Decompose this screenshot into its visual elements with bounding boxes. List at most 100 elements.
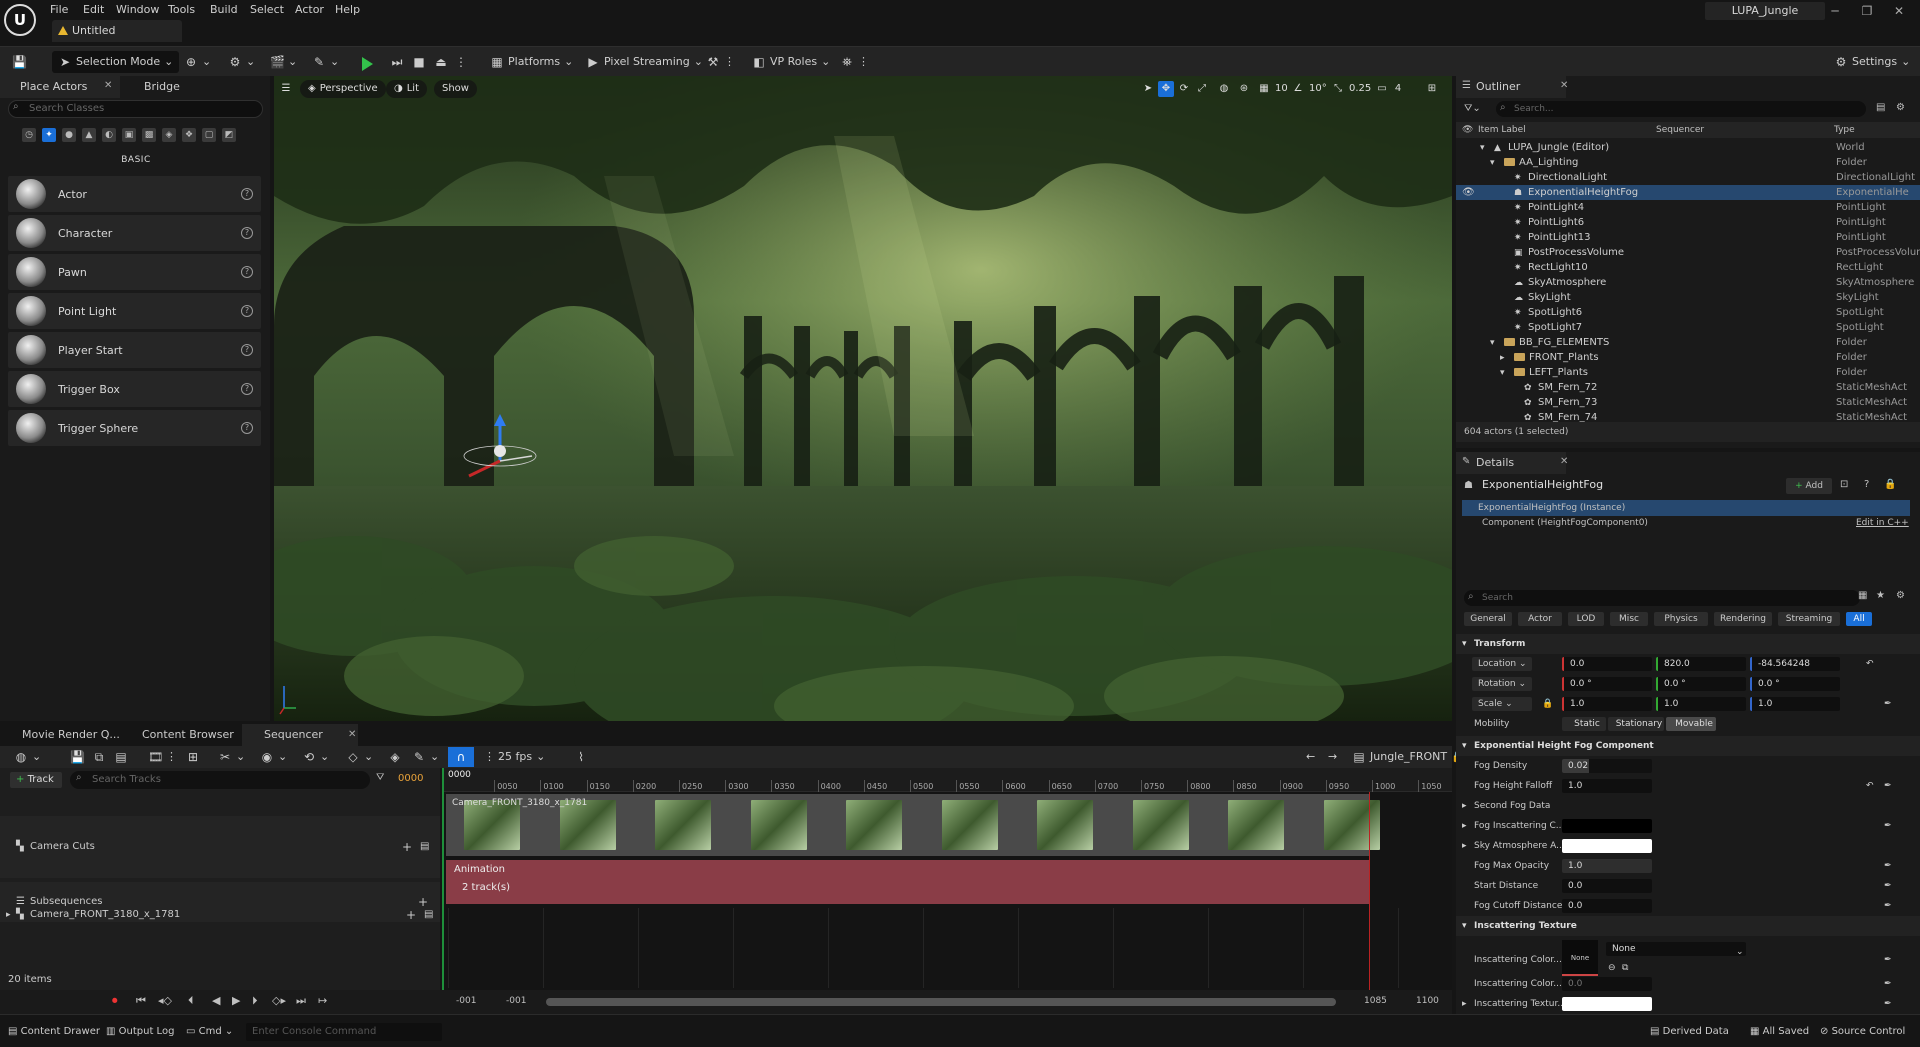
eyedropper-icon[interactable]: ✒ xyxy=(1884,856,1892,876)
rotate-tool-icon[interactable]: ⟳ xyxy=(1176,81,1192,97)
outliner-row[interactable]: ☁ SkyLight SkyLight xyxy=(1456,290,1920,305)
tab-movie-render-queue[interactable]: Movie Render Q... xyxy=(0,724,120,746)
close-tab-icon[interactable]: ✕ xyxy=(348,729,356,740)
filter-tab[interactable]: General xyxy=(1464,612,1512,626)
modes-icon[interactable]: ✎ ⌄ xyxy=(306,51,345,73)
forward-icon[interactable]: → xyxy=(1322,746,1343,768)
unreal-logo-icon[interactable]: U xyxy=(4,4,36,36)
expand-arrow-icon[interactable]: ▸ xyxy=(1500,351,1510,366)
minimize-icon[interactable]: ─ xyxy=(1824,2,1846,20)
add-folder-icon[interactable]: ▤ xyxy=(1876,102,1885,113)
outliner-row[interactable]: ▾ LEFT_Plants Folder xyxy=(1456,365,1920,380)
col-type[interactable]: Type xyxy=(1834,122,1855,138)
mobility-stationary[interactable]: Stationary xyxy=(1608,717,1664,731)
actor-item-pawn[interactable]: Pawn? xyxy=(8,254,261,290)
outliner-row[interactable]: ✿ SM_Fern_73 StaticMeshAct xyxy=(1456,395,1920,410)
cinematics-icon[interactable]: 🎬 ⌄ xyxy=(264,51,303,73)
play-reverse-icon[interactable]: ◀ xyxy=(212,994,220,1007)
misc-icon[interactable]: ▢ xyxy=(202,128,216,142)
curve-editor-icon[interactable]: ✎ ⌄ xyxy=(406,746,445,768)
blueprints-icon[interactable]: ⚙ ⌄ xyxy=(222,51,261,73)
rotation-y-input[interactable]: 0.0 ° xyxy=(1656,677,1746,691)
fps-dropdown[interactable]: 25 fps ⌄ xyxy=(492,746,551,768)
tab-bridge[interactable]: Bridge xyxy=(124,76,204,98)
back-icon[interactable]: ← xyxy=(1300,746,1321,768)
track-options-icon[interactable]: ▤ xyxy=(424,904,433,926)
eyedropper-icon[interactable]: ✒ xyxy=(1884,876,1892,896)
key-icon[interactable]: ◇ ⌄ xyxy=(340,746,379,768)
search-classes-input[interactable]: Search Classes xyxy=(8,100,263,118)
location-z-input[interactable]: -84.564248 xyxy=(1750,657,1840,671)
curve-view-icon[interactable]: ⌇ xyxy=(568,746,594,768)
eyedropper-icon[interactable]: ✒ xyxy=(1884,816,1892,836)
tab-content-browser[interactable]: Content Browser xyxy=(120,724,240,746)
fog-max-opacity-input[interactable]: 1.0 xyxy=(1562,859,1652,873)
texture-thumbnail[interactable]: None xyxy=(1562,940,1598,976)
help-icon[interactable]: ? xyxy=(241,305,253,317)
play-button[interactable] xyxy=(356,51,379,73)
snap-icon[interactable]: ∩ xyxy=(448,747,474,767)
add-content-icon[interactable]: ⊕ ⌄ xyxy=(178,51,217,73)
show-button[interactable]: Show xyxy=(434,80,477,98)
reset-icon[interactable]: ↶ xyxy=(1866,776,1874,796)
tab-place-actors[interactable]: Place Actors xyxy=(0,76,120,98)
outliner-row[interactable]: ▾ ▲ LUPA_Jungle (Editor) World xyxy=(1456,140,1920,155)
camera-cut-section[interactable]: Camera_FRONT_3180_x_1781 xyxy=(446,794,1380,856)
track-camera-cuts[interactable]: ▚ Camera Cuts + ▤ xyxy=(0,816,440,878)
step-back-icon[interactable]: ⏴ xyxy=(188,994,194,1008)
outliner-search-input[interactable]: Search... xyxy=(1496,101,1866,117)
expand-arrow-icon[interactable]: ▸ xyxy=(1462,994,1467,1014)
basic-icon[interactable]: ✦ xyxy=(42,128,56,142)
perspective-button[interactable]: ◈ Perspective xyxy=(300,80,386,98)
sequence-name[interactable]: ▤Jungle_FRONT🔒 xyxy=(1346,746,1471,768)
col-item-label[interactable]: Item Label xyxy=(1478,122,1526,138)
edit-cpp-link[interactable]: Edit in C++ xyxy=(1856,518,1909,528)
keyframe-icon[interactable]: ◈ xyxy=(382,746,408,768)
pixel-streaming-button[interactable]: ▶ Pixel Streaming ⌄ xyxy=(580,51,709,73)
texture-dropdown[interactable]: None xyxy=(1606,942,1746,956)
second-fog-row[interactable]: ▸ Second Fog Data xyxy=(1456,796,1920,816)
record-icon[interactable]: ⏺ xyxy=(112,994,118,1008)
filter-tab[interactable]: Misc xyxy=(1610,612,1648,626)
help-icon[interactable]: ? xyxy=(241,188,253,200)
angle-snap-icon[interactable]: ∠ xyxy=(1290,81,1306,97)
console-input[interactable]: Enter Console Command xyxy=(246,1023,442,1041)
outliner-row[interactable]: ✿ SM_Fern_72 StaticMeshAct xyxy=(1456,380,1920,395)
component-row[interactable]: Component (HeightFogComponent0) xyxy=(1482,518,1648,528)
find-asset-icon[interactable]: ▤ xyxy=(108,746,134,768)
prev-key-icon[interactable]: ◂◇ xyxy=(158,994,172,1007)
tab-sequencer[interactable]: Sequencer xyxy=(242,724,358,746)
gear-icon[interactable]: ⚙ xyxy=(1896,590,1905,601)
settings-button[interactable]: ⚙ Settings ⌄ xyxy=(1828,51,1916,73)
actions-icon[interactable]: ⊞ xyxy=(180,746,206,768)
scale-snap-value[interactable]: 0.25 xyxy=(1346,81,1374,97)
scale-y-input[interactable]: 1.0 xyxy=(1656,697,1746,711)
lights-icon[interactable]: ● xyxy=(62,128,76,142)
actor-item-point-light[interactable]: Point Light? xyxy=(8,293,261,329)
outliner-row[interactable]: ✷ PointLight4 PointLight xyxy=(1456,200,1920,215)
expand-arrow-icon[interactable]: ▸ xyxy=(6,904,11,926)
eyedropper-icon[interactable]: ✒ xyxy=(1884,776,1892,796)
add-track-button[interactable]: + Track xyxy=(10,772,62,788)
sky-atmosphere-swatch[interactable] xyxy=(1562,839,1652,853)
visibility-icon[interactable]: 👁 xyxy=(1462,185,1475,200)
section-inscattering-texture[interactable]: ▾ Inscattering Texture xyxy=(1456,916,1920,936)
tab-outliner[interactable]: Outliner xyxy=(1456,76,1566,98)
actor-item-actor[interactable]: Actor? xyxy=(8,176,261,212)
jump-end-icon[interactable]: ⏭ xyxy=(296,994,306,1008)
menu-actor[interactable]: Actor xyxy=(295,2,324,18)
eyedropper-icon[interactable]: ✒ xyxy=(1884,974,1892,994)
camera-speed-value[interactable]: 4 xyxy=(1390,81,1406,97)
rotation-z-input[interactable]: 0.0 ° xyxy=(1750,677,1840,691)
help-icon[interactable]: ? xyxy=(241,344,253,356)
grid-snap-icon[interactable]: ▦ xyxy=(1256,81,1272,97)
view-options-icon[interactable]: ◉ ⌄ xyxy=(254,746,293,768)
help-icon[interactable]: ? xyxy=(241,227,253,239)
search-tracks-input[interactable]: Search Tracks xyxy=(70,771,370,789)
level-tab[interactable]: Untitled xyxy=(52,20,182,42)
time-ruler[interactable]: 0000 0050 0100 0150 0200 0250 0300 0350 0400 045… xyxy=(442,768,1452,792)
grid-snap-value[interactable]: 10 xyxy=(1272,81,1291,97)
visual-effects-icon[interactable]: ▣ xyxy=(122,128,136,142)
menu-file[interactable]: File xyxy=(50,2,68,18)
fog-falloff-input[interactable]: 1.0 xyxy=(1562,779,1652,793)
